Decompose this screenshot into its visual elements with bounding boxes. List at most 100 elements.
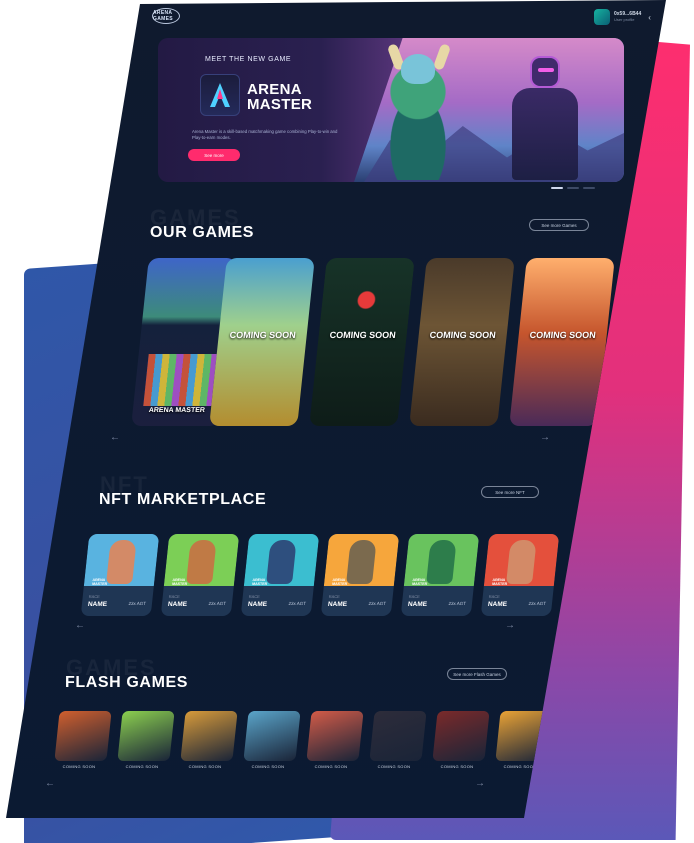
hero-ninja-character xyxy=(488,48,598,180)
nft-character xyxy=(506,540,537,584)
nft-price: 23x AGT xyxy=(208,601,227,606)
nft-brand: ARENA MASTER xyxy=(252,578,268,586)
game-card[interactable]: COMING SOON xyxy=(409,258,515,426)
nft-name: NAME xyxy=(247,601,268,608)
hero-viking-character xyxy=(363,43,473,180)
nft-brand-line2: MASTER xyxy=(491,582,508,586)
hero-tagline: MEET THE NEW GAME xyxy=(205,56,292,63)
user-subtitle: User profile xyxy=(614,17,635,22)
nft-race: RACE xyxy=(88,594,101,599)
nft-brand-line2: MASTER xyxy=(331,582,348,586)
nft-brand-line2: MASTER xyxy=(171,582,188,586)
hero-title-line1: ARENA xyxy=(247,81,302,98)
stage: ARENA GAMES 0x59...6B44 User profile ‹ M… xyxy=(0,0,694,843)
flash-game-card[interactable] xyxy=(306,711,364,761)
pagination-dot[interactable] xyxy=(567,187,579,189)
flash-game-card[interactable] xyxy=(54,711,112,761)
hero-title: ARENA MASTER xyxy=(247,82,312,112)
arena-games-logo[interactable]: ARENA GAMES xyxy=(152,8,180,24)
flash-game-label: COMING SOON xyxy=(62,764,96,769)
game-card-label: COMING SOON xyxy=(229,330,297,340)
hero-pagination xyxy=(551,187,595,189)
nft-brand-line2: MASTER xyxy=(251,582,268,586)
flash-game-card[interactable] xyxy=(180,711,238,761)
match3-board xyxy=(143,354,217,406)
arena-master-emblem-icon xyxy=(200,74,240,116)
flash-game-label: COMING SOON xyxy=(188,764,222,769)
flash-game-label: COMING SOON xyxy=(377,764,411,769)
flash-game-card[interactable] xyxy=(432,711,490,761)
nft-image: ARENA MASTER xyxy=(83,534,160,586)
see-more-nft-button[interactable]: See more NFT xyxy=(481,486,539,498)
ninja-visor xyxy=(538,68,554,72)
hero-banner[interactable]: MEET THE NEW GAME ARENA MASTER Arena Mas… xyxy=(158,38,624,182)
nft-brand-line2: MASTER xyxy=(411,582,428,586)
nft-race: RACE xyxy=(408,594,421,599)
game-card-label: COMING SOON xyxy=(529,330,597,340)
nft-image: ARENA MASTER xyxy=(403,534,480,586)
game-card[interactable]: COMING SOON xyxy=(309,258,415,426)
nft-card[interactable]: ARENA MASTER RACE NAME 23x AGT xyxy=(160,534,240,616)
viking-helmet xyxy=(401,54,435,84)
avatar[interactable] xyxy=(594,9,610,25)
flash-game-card[interactable] xyxy=(117,711,175,761)
nft-image: ARENA MASTER xyxy=(243,534,320,586)
nft-image: ARENA MASTER xyxy=(163,534,240,586)
game-card[interactable]: COMING SOON xyxy=(209,258,315,426)
nft-brand-line2: MASTER xyxy=(91,582,108,586)
nft-brand: ARENA MASTER xyxy=(172,578,188,586)
flash-game-label: COMING SOON xyxy=(440,764,474,769)
nft-marketplace-title: NFT MARKETPLACE xyxy=(99,491,267,508)
pagination-dot[interactable] xyxy=(551,187,563,189)
nft-character xyxy=(186,540,217,584)
nft-race: RACE xyxy=(168,594,181,599)
nft-card[interactable]: ARENA MASTER RACE NAME 23x AGT xyxy=(480,534,560,616)
arrow-right-icon[interactable]: → xyxy=(540,432,550,443)
see-more-flash-games-button[interactable]: See more Flash Games xyxy=(447,668,507,680)
chevron-left-icon[interactable]: ‹ xyxy=(648,13,651,22)
flash-game-label: COMING SOON xyxy=(125,764,159,769)
nft-name: NAME xyxy=(487,601,508,608)
nft-character xyxy=(266,540,297,584)
user-menu[interactable]: 0x59...6B44 User profile ‹ xyxy=(594,9,651,25)
nft-image: ARENA MASTER xyxy=(483,534,560,586)
nft-name: NAME xyxy=(167,601,188,608)
nft-race: RACE xyxy=(328,594,341,599)
game-card-label: ARENA MASTER xyxy=(148,407,206,414)
horn-right xyxy=(432,43,452,71)
hero-title-line2: MASTER xyxy=(247,96,313,113)
nft-name: NAME xyxy=(407,601,428,608)
nft-name: NAME xyxy=(87,601,108,608)
nft-card[interactable]: ARENA MASTER RACE NAME 23x AGT xyxy=(80,534,160,616)
nft-card[interactable]: ARENA MASTER RACE NAME 23x AGT xyxy=(400,534,480,616)
flash-game-label: COMING SOON xyxy=(251,764,285,769)
nft-brand: ARENA MASTER xyxy=(332,578,348,586)
nft-brand: ARENA MASTER xyxy=(92,578,108,586)
flash-game-label: COMING SOON xyxy=(314,764,348,769)
game-card-label: COMING SOON xyxy=(329,330,397,340)
pagination-dot[interactable] xyxy=(583,187,595,189)
nft-character xyxy=(426,540,457,584)
flash-game-card[interactable] xyxy=(369,711,427,761)
arrow-right-icon[interactable]: → xyxy=(505,620,515,631)
arrow-left-icon[interactable]: ← xyxy=(75,620,85,631)
flash-games-title: FLASH GAMES xyxy=(65,674,189,691)
nft-price: 23x AGT xyxy=(288,601,307,606)
nft-image: ARENA MASTER xyxy=(323,534,400,586)
nft-race: RACE xyxy=(248,594,261,599)
nft-brand: ARENA MASTER xyxy=(412,578,428,586)
ninja-body xyxy=(512,88,578,180)
nft-card[interactable]: ARENA MASTER RACE NAME 23x AGT xyxy=(240,534,320,616)
our-games-title: OUR GAMES xyxy=(150,224,255,241)
hero-see-more-button[interactable]: See more xyxy=(188,149,240,161)
nft-brand: ARENA MASTER xyxy=(492,578,508,586)
arrow-left-icon[interactable]: ← xyxy=(45,778,55,789)
flash-game-card[interactable] xyxy=(243,711,301,761)
arrow-right-icon[interactable]: → xyxy=(475,778,485,789)
arrow-left-icon[interactable]: ← xyxy=(110,432,120,443)
see-more-games-button[interactable]: See more Games xyxy=(529,219,589,231)
nft-price: 23x AGT xyxy=(528,601,547,606)
hero-description: Arena Master is a skill-based matchmakin… xyxy=(192,129,338,140)
nft-card[interactable]: ARENA MASTER RACE NAME 23x AGT xyxy=(320,534,400,616)
nft-character xyxy=(106,540,137,584)
